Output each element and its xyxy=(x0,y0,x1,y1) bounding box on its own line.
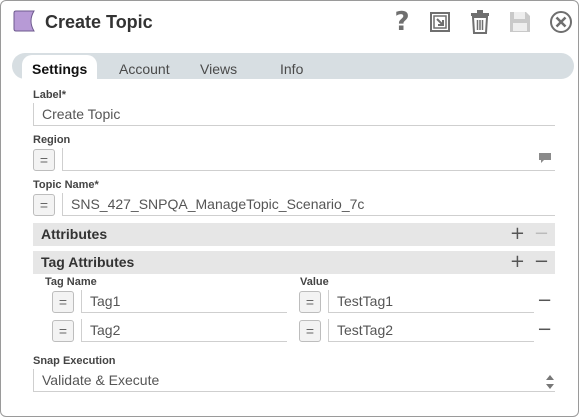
topic-name-expression-toggle[interactable]: = xyxy=(33,194,55,216)
remove-row-button[interactable]: − xyxy=(537,291,552,311)
tag-attributes-remove-button[interactable]: − xyxy=(534,252,549,272)
region-expression-toggle[interactable]: = xyxy=(33,149,55,171)
tab-bar: Settings Account Views Info xyxy=(12,53,574,79)
delete-button[interactable] xyxy=(467,9,493,35)
close-button[interactable] xyxy=(548,9,574,35)
snap-icon xyxy=(13,10,35,32)
tag-name-input[interactable]: Tag2 xyxy=(81,319,287,342)
tab-views[interactable]: Views xyxy=(190,57,247,81)
save-icon xyxy=(510,12,530,32)
region-field-label: Region xyxy=(33,134,71,146)
select-arrows-icon[interactable] xyxy=(545,374,555,390)
attributes-add-button[interactable]: + xyxy=(510,224,525,244)
save-button[interactable] xyxy=(507,9,533,35)
close-icon xyxy=(550,11,572,33)
snap-execution-field-label: Snap Execution xyxy=(33,355,116,367)
expand-icon xyxy=(430,12,450,32)
tag-name-column-header: Tag Name xyxy=(45,276,97,288)
label-field-label: Label* xyxy=(33,89,67,101)
dialog-header: Create Topic ? xyxy=(1,1,578,45)
expand-button[interactable] xyxy=(427,9,453,35)
topic-name-input[interactable]: SNS_427_SNPQA_ManageTopic_Scenario_7c xyxy=(62,193,555,216)
tab-settings[interactable]: Settings xyxy=(22,55,98,79)
tag-value-expression-toggle[interactable]: = xyxy=(299,291,321,313)
tab-info[interactable]: Info xyxy=(270,57,313,81)
tag-value-input[interactable]: TestTag1 xyxy=(328,290,534,313)
attributes-section-header: Attributes + − xyxy=(33,223,555,246)
tag-attributes-section-title: Tag Attributes xyxy=(41,254,135,270)
attributes-remove-button[interactable]: − xyxy=(534,224,549,244)
suggest-icon[interactable] xyxy=(538,152,552,164)
tag-name-expression-toggle[interactable]: = xyxy=(52,291,74,313)
topic-name-field-label: Topic Name* xyxy=(33,179,99,191)
tag-name-expression-toggle[interactable]: = xyxy=(52,320,74,342)
help-icon: ? xyxy=(394,7,410,37)
tag-value-expression-toggle[interactable]: = xyxy=(299,320,321,342)
trash-icon xyxy=(471,10,489,34)
tag-attributes-section-header: Tag Attributes + − xyxy=(33,251,555,274)
region-input[interactable] xyxy=(62,148,555,171)
help-button[interactable]: ? xyxy=(389,9,415,35)
snap-settings-dialog: Create Topic ? Settings Account Views In… xyxy=(0,0,579,417)
tag-attributes-add-button[interactable]: + xyxy=(510,252,525,272)
label-input[interactable]: Create Topic xyxy=(33,103,555,126)
tag-value-input[interactable]: TestTag2 xyxy=(328,319,534,342)
tab-account[interactable]: Account xyxy=(109,57,180,81)
attributes-section-title: Attributes xyxy=(41,226,108,242)
value-column-header: Value xyxy=(300,276,329,288)
snap-execution-select[interactable]: Validate & Execute xyxy=(33,369,555,392)
tag-name-input[interactable]: Tag1 xyxy=(81,290,287,313)
dialog-title: Create Topic xyxy=(45,12,153,32)
remove-row-button[interactable]: − xyxy=(537,320,552,340)
